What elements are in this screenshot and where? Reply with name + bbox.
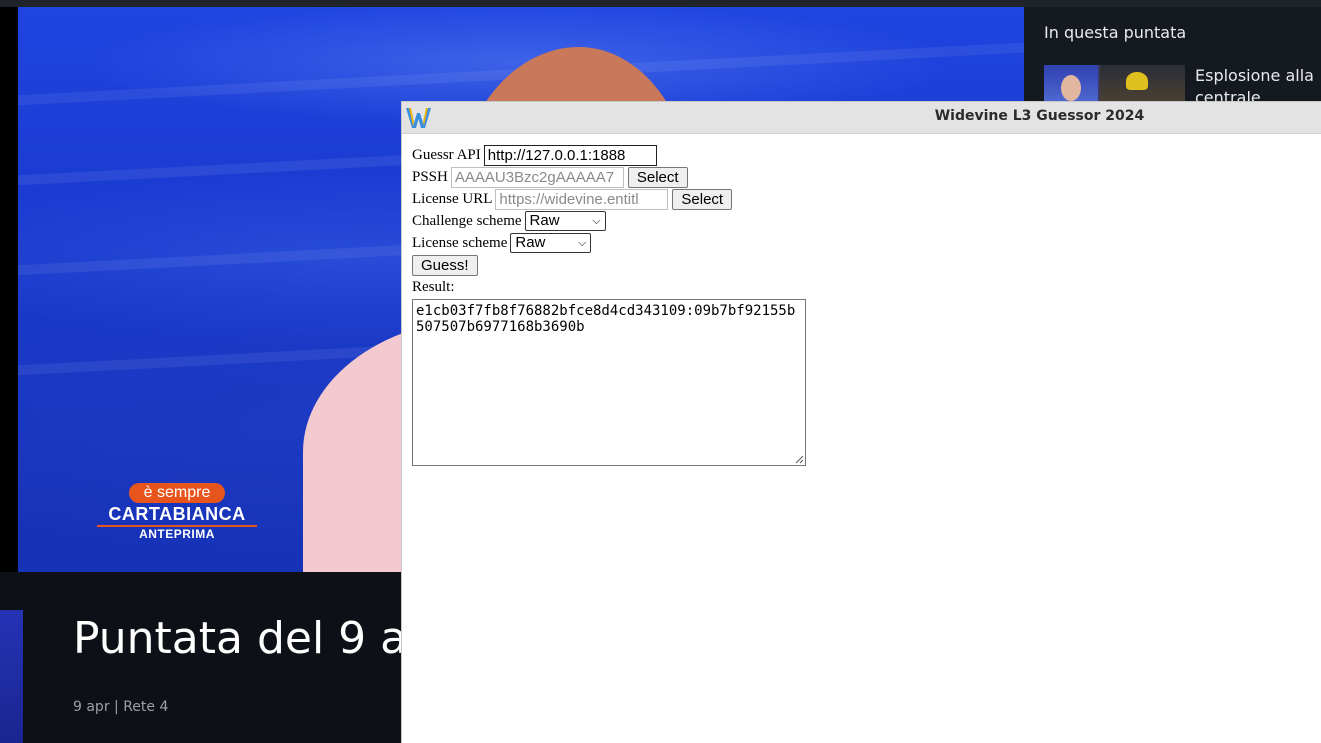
thumbnail-helmet [1126, 72, 1148, 90]
challenge-scheme-label: Challenge scheme [412, 212, 522, 229]
logo-top-text: è sempre [129, 483, 225, 503]
license-scheme-select[interactable]: Raw ⌵ [510, 233, 592, 253]
guess-button[interactable]: Guess! [412, 254, 478, 276]
challenge-scheme-row: Challenge scheme Raw ⌵ [412, 210, 806, 232]
chevron-down-icon: ⌵ [578, 237, 587, 249]
guessr-api-row: Guessr API http://127.0.0.1:1888 [412, 144, 806, 166]
side-panel-title: In questa puntata [1044, 23, 1187, 42]
carousel-thumbnail[interactable] [0, 610, 23, 743]
logo-sub-text: ANTEPRIMA [139, 527, 215, 541]
thumbnail-face [1061, 75, 1081, 101]
pssh-input[interactable]: AAAAU3Bzc2gAAAAA7 [450, 166, 624, 188]
popup-title: Widevine L3 Guessor 2024 [934, 108, 1145, 124]
browser-top-bar [0, 0, 1321, 7]
result-value: e1cb03f7fb8f76882bfce8d4cd343109:09b7bf9… [416, 303, 796, 335]
license-url-input[interactable]: https://widevine.entitl [495, 188, 669, 210]
popup-title-bar[interactable]: Widevine L3 Guessor 2024 [402, 102, 1321, 134]
result-label-row: Result: [412, 276, 806, 298]
episode-meta: 9 apr | Rete 4 [73, 699, 169, 715]
guess-row: Guess! [412, 254, 806, 276]
pssh-row: PSSH AAAAU3Bzc2gAAAAA7 Select [412, 166, 806, 188]
result-label: Result: [412, 278, 455, 295]
guessor-form: Guessr API http://127.0.0.1:1888 PSSH AA… [412, 144, 806, 466]
license-url-row: License URL https://widevine.entitl Sele… [412, 188, 806, 210]
result-textarea[interactable]: e1cb03f7fb8f76882bfce8d4cd343109:09b7bf9… [412, 299, 806, 466]
logo-main-text: CARTABIANCA [97, 504, 257, 527]
pssh-label: PSSH [412, 168, 448, 185]
pssh-select-button[interactable]: Select [627, 166, 688, 188]
license-url-label: License URL [412, 190, 493, 207]
license-scheme-label: License scheme [412, 234, 508, 251]
license-scheme-row: License scheme Raw ⌵ [412, 232, 806, 254]
challenge-scheme-value: Raw [529, 212, 560, 229]
resize-grip-icon[interactable] [795, 455, 804, 464]
guessr-api-input[interactable]: http://127.0.0.1:1888 [483, 144, 657, 166]
challenge-scheme-select[interactable]: Raw ⌵ [524, 211, 606, 231]
chevron-down-icon: ⌵ [592, 215, 601, 227]
license-scheme-value: Raw [515, 234, 546, 251]
guessr-api-label: Guessr API [412, 146, 481, 163]
page-title: Puntata del 9 a [73, 613, 408, 664]
guessor-popup-window: Widevine L3 Guessor 2024 Guessr API http… [401, 101, 1321, 743]
license-url-select-button[interactable]: Select [672, 188, 733, 210]
channel-logo: è sempre CARTABIANCA ANTEPRIMA [97, 483, 257, 541]
